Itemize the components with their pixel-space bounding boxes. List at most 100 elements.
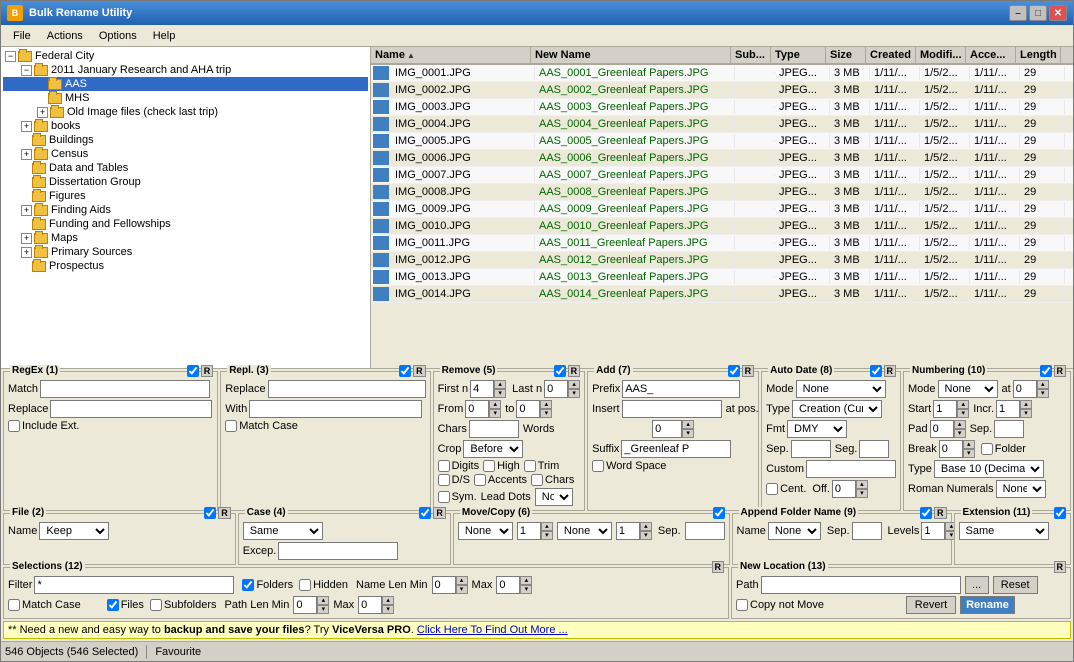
tree-item[interactable]: Data and Tables [3,161,368,175]
autodate-r-button[interactable]: R [884,365,897,377]
remove-from-input[interactable] [465,400,489,418]
numbering-break-input[interactable] [939,440,963,458]
selections-namelen-min-input[interactable] [432,576,456,594]
numbering-mode-select[interactable]: None Prefix Suffix Insert [938,380,998,398]
selections-namelen-max-down[interactable]: ▾ [520,585,532,594]
selections-r-button[interactable]: R [712,561,725,573]
newlocation-revert-button[interactable]: Revert [906,596,956,614]
remove-trim-checkbox[interactable] [524,460,536,472]
selections-pathlen-max-input[interactable] [358,596,382,614]
tree-expand-icon[interactable]: + [37,107,48,118]
file2-name-select[interactable]: Keep Remove Fixed Reverse [39,522,109,540]
tree-expand-icon[interactable]: − [21,65,32,76]
appendfolder-name-select[interactable]: None [768,522,821,540]
regex-enabled-checkbox[interactable] [187,365,199,377]
numbering-incr-down[interactable]: ▾ [1020,409,1032,418]
tree-item[interactable]: Buildings [3,133,368,147]
movecopy-enabled-checkbox[interactable] [713,507,725,519]
tree-item[interactable]: Dissertation Group [3,175,368,189]
movecopy-num1-down[interactable]: ▾ [541,531,553,540]
numbering-break-down[interactable]: ▾ [963,449,975,458]
movecopy-num2-down[interactable]: ▾ [640,531,652,540]
movecopy-sep-input[interactable] [685,522,725,540]
selections-namelen-max-up[interactable]: ▴ [520,576,532,585]
autodate-enabled-checkbox[interactable] [870,365,882,377]
extension-select[interactable]: Same Upper Lower Title Fixed Extra Remov… [959,522,1049,540]
newlocation-path-input[interactable] [761,576,961,594]
tree-expand-icon[interactable]: + [21,247,32,258]
numbering-incr-up[interactable]: ▴ [1020,400,1032,409]
numbering-pad-down[interactable]: ▾ [954,429,966,438]
menu-file[interactable]: File [5,28,39,44]
newlocation-r-button[interactable]: R [1054,561,1067,573]
numbering-pad-up[interactable]: ▴ [954,420,966,429]
movecopy-num1-input[interactable] [517,522,541,540]
tree-item[interactable]: + Finding Aids [3,203,368,217]
tree-item[interactable]: + Census [3,147,368,161]
add-insert-input[interactable] [622,400,722,418]
movecopy-num1-up[interactable]: ▴ [541,522,553,531]
selections-matchcase-checkbox[interactable] [8,599,20,611]
autodate-cent-checkbox[interactable] [766,483,778,495]
remove-digits-checkbox[interactable] [438,460,450,472]
remove-firstn-up[interactable]: ▴ [494,380,506,389]
numbering-enabled-checkbox[interactable] [1040,365,1052,377]
numbering-type-select[interactable]: Base 10 (Decimal) Base 8 (Octal) Base 16… [934,460,1044,478]
table-row[interactable]: IMG_0012.JPG AAS_0012_Greenleaf Papers.J… [371,252,1073,269]
table-row[interactable]: IMG_0009.JPG AAS_0009_Greenleaf Papers.J… [371,201,1073,218]
numbering-start-down[interactable]: ▾ [957,409,969,418]
table-row[interactable]: IMG_0003.JPG AAS_0003_Greenleaf Papers.J… [371,99,1073,116]
appendfolder-r-button[interactable]: R [934,507,947,519]
maximize-button[interactable]: □ [1029,5,1047,21]
autodate-off-up[interactable]: ▴ [856,480,868,489]
numbering-folder-checkbox[interactable] [981,443,993,455]
tree-item[interactable]: AAS [3,77,368,91]
col-header-type[interactable]: Type [771,47,826,63]
remove-chars-input[interactable] [469,420,519,438]
table-row[interactable]: IMG_0007.JPG AAS_0007_Greenleaf Papers.J… [371,167,1073,184]
selections-pathlen-max-up[interactable]: ▴ [382,596,394,605]
autodate-seg-input[interactable] [859,440,889,458]
tree-item[interactable]: Figures [3,189,368,203]
selections-files-checkbox[interactable] [107,599,119,611]
numbering-at-down[interactable]: ▾ [1037,389,1049,398]
autodate-off-down[interactable]: ▾ [856,489,868,498]
tree-expand-icon[interactable]: + [21,205,32,216]
remove-crop-select[interactable]: Before After [463,440,523,458]
tree-expand-icon[interactable]: − [5,51,16,62]
numbering-r-button[interactable]: R [1054,365,1067,377]
replace-enabled-checkbox[interactable] [399,365,411,377]
newlocation-browse-button[interactable]: ... [965,576,989,594]
selections-namelen-min-up[interactable]: ▴ [456,576,468,585]
autodate-mode-select[interactable]: None Prefix Suffix Insert [796,380,886,398]
table-row[interactable]: IMG_0013.JPG AAS_0013_Greenleaf Papers.J… [371,269,1073,286]
remove-sym-checkbox[interactable] [438,491,450,503]
newlocation-copynotmove-checkbox[interactable] [736,599,748,611]
table-row[interactable]: IMG_0010.JPG AAS_0010_Greenleaf Papers.J… [371,218,1073,235]
regex-include-ext-checkbox[interactable] [8,420,20,432]
table-row[interactable]: IMG_0005.JPG AAS_0005_Greenleaf Papers.J… [371,133,1073,150]
selections-filter-input[interactable] [34,576,234,594]
selections-subfolders-checkbox[interactable] [150,599,162,611]
numbering-start-up[interactable]: ▴ [957,400,969,409]
ad-notice-link[interactable]: Click Here To Find Out More ... [417,624,568,636]
tree-expand-icon[interactable]: + [21,233,32,244]
remove-accents-checkbox[interactable] [474,474,486,486]
remove-firstn-input[interactable] [470,380,494,398]
add-enabled-checkbox[interactable] [728,365,740,377]
col-header-size[interactable]: Size [826,47,866,63]
col-header-created[interactable]: Created [866,47,916,63]
remove-from-up[interactable]: ▴ [489,400,501,409]
remove-from-down[interactable]: ▾ [489,409,501,418]
remove-to-up[interactable]: ▴ [540,400,552,409]
minimize-button[interactable]: – [1009,5,1027,21]
add-atpos-input[interactable] [652,420,682,438]
autodate-sep-input[interactable] [791,440,831,458]
numbering-at-input[interactable] [1013,380,1037,398]
col-header-accessed[interactable]: Acce... [966,47,1016,63]
numbering-pad-input[interactable] [930,420,954,438]
numbering-start-input[interactable] [933,400,957,418]
replace-replace-input[interactable] [268,380,426,398]
menu-actions[interactable]: Actions [39,28,91,44]
tree-item[interactable]: − Federal City [3,49,368,63]
